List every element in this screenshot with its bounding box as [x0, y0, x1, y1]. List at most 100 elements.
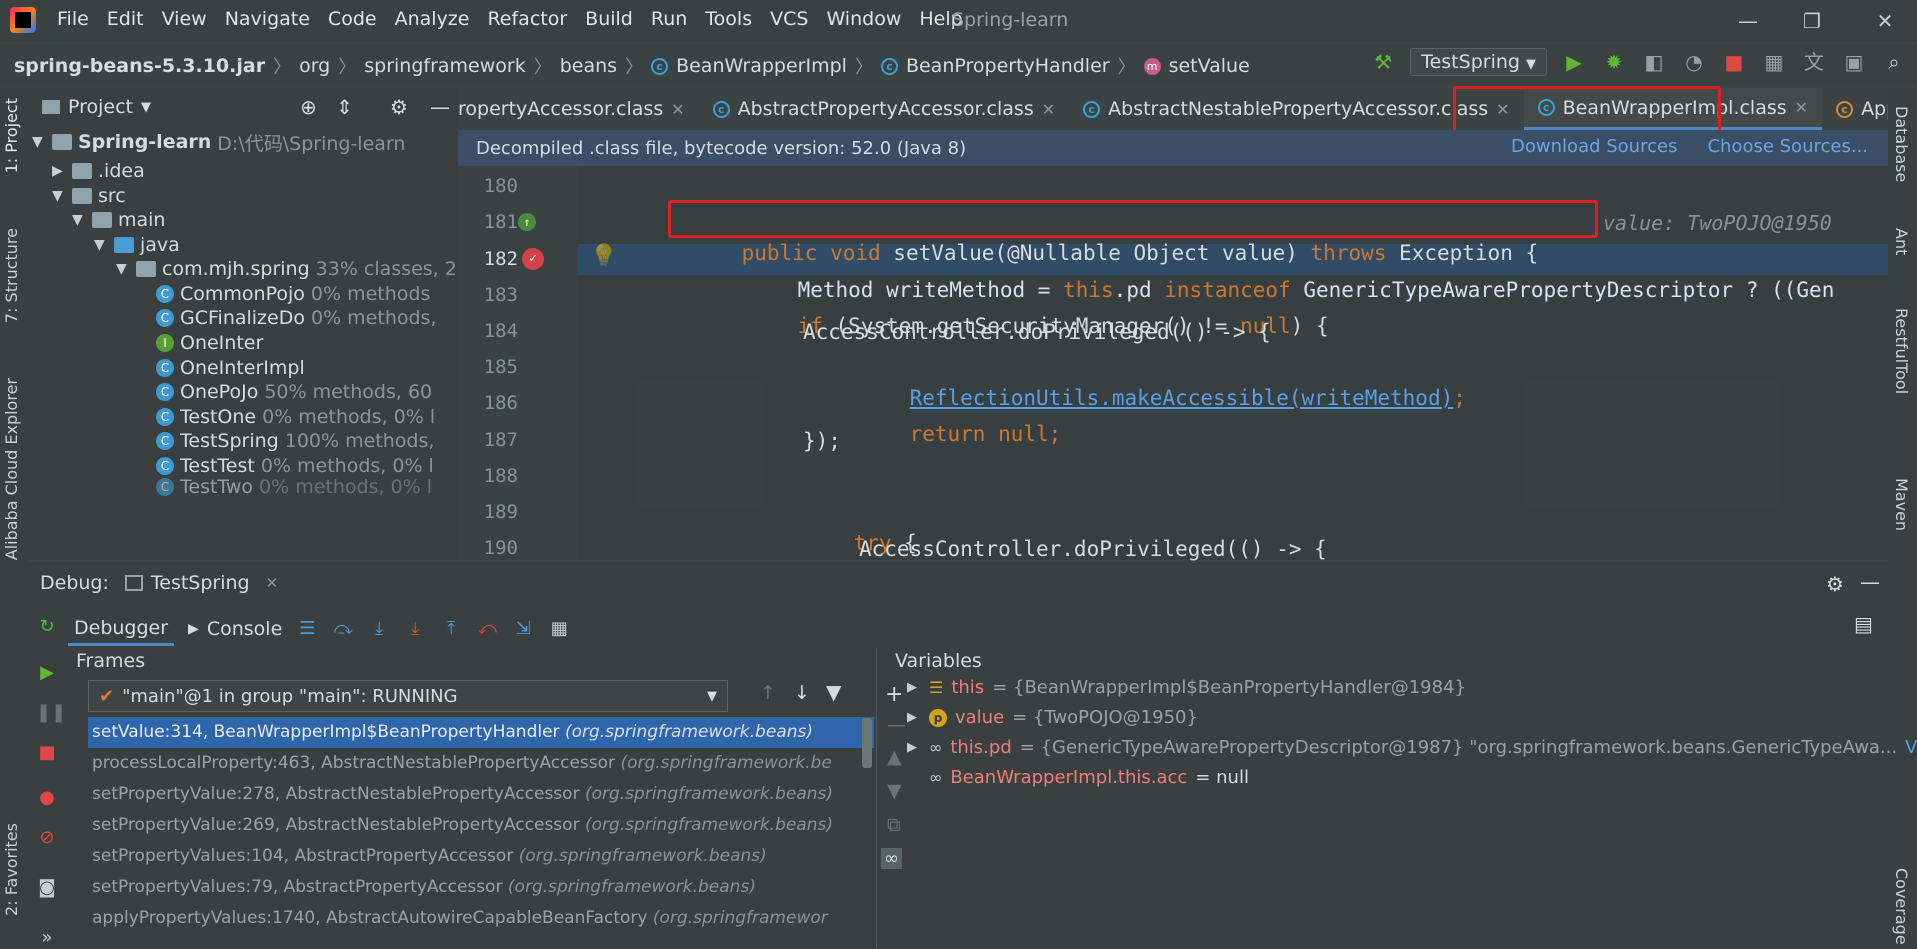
search-icon[interactable]: ⌕ — [1881, 49, 1907, 75]
drop-frame-icon[interactable]: ⤺ — [476, 618, 498, 640]
terminal-icon[interactable]: ▣ — [1841, 49, 1867, 75]
tab-abstract-property-accessor[interactable]: c AbstractPropertyAccessor.class ✕ — [699, 88, 1070, 130]
project-structure-icon[interactable]: ▦ — [1761, 49, 1787, 75]
close-window-icon[interactable]: ✕ — [1865, 4, 1905, 38]
debug-session-tab[interactable]: TestSpring — [151, 572, 250, 594]
filter-icon[interactable]: ▼ — [826, 680, 841, 704]
frames-scrollbar[interactable] — [862, 718, 872, 768]
tree-item-file[interactable]: I OneInter — [156, 329, 269, 357]
tab-application[interactable]: c Applicatio⌄ — [1822, 88, 1888, 130]
tree-item-idea[interactable]: ▶ .idea — [52, 157, 145, 185]
frame-row[interactable]: applyPropertyValues:1740, AbstractAutowi… — [88, 903, 874, 931]
run-config-select[interactable]: TestSpring ▼ — [1410, 48, 1547, 76]
stop-icon[interactable]: ■ — [36, 742, 58, 764]
tab-project[interactable]: 1: Project — [2, 98, 21, 173]
restore-icon[interactable]: ❐ — [1792, 4, 1832, 38]
gear-icon[interactable]: ⚙ — [1826, 572, 1844, 596]
tab-ant[interactable]: Ant — [1892, 228, 1911, 255]
tab-database[interactable]: Database — [1892, 106, 1911, 182]
thread-select[interactable]: ✔ "main"@1 in group "main": RUNNING ▼ — [88, 680, 728, 712]
menu-run[interactable]: Run — [642, 8, 696, 30]
force-step-into-icon[interactable]: ⤓ — [404, 618, 426, 640]
arrow-up-icon[interactable]: ↑ — [760, 682, 776, 704]
step-out-icon[interactable]: ⤒ — [440, 618, 462, 640]
close-icon[interactable]: ✕ — [1042, 100, 1055, 119]
arrow-down-icon[interactable]: ↓ — [794, 682, 810, 704]
variable-row[interactable]: ∞ BeanWrapperImpl.this.acc = null — [907, 764, 1249, 792]
close-icon[interactable]: ✕ — [1795, 98, 1808, 117]
tree-root[interactable]: ▼ Spring-learn D:\代码\Spring-learn — [32, 128, 405, 156]
minimize-icon[interactable]: — — [1728, 4, 1768, 38]
frame-row[interactable]: setValue:314, BeanWrapperImpl$BeanProper… — [88, 717, 874, 748]
tab-maven[interactable]: Maven — [1892, 478, 1911, 531]
add-watch-icon[interactable]: + — [885, 682, 903, 707]
build-hammer-icon[interactable]: ⚒ — [1370, 49, 1396, 75]
menu-tools[interactable]: Tools — [696, 8, 761, 30]
frame-row[interactable]: setPropertyValue:278, AbstractNestablePr… — [88, 779, 874, 810]
tab-alibaba-cloud[interactable]: Alibaba Cloud Explorer — [2, 378, 21, 560]
translate-icon[interactable]: 文 — [1801, 49, 1827, 75]
frame-row[interactable]: setPropertyValues:79, AbstractPropertyAc… — [88, 872, 874, 903]
watches-toggle-icon[interactable]: ∞ — [881, 848, 902, 869]
arrow-up-icon[interactable]: ▲ — [887, 746, 902, 768]
tab-property-accessor[interactable]: ropertyAccessor.class ✕ — [458, 88, 699, 130]
breadcrumb-jar[interactable]: spring-beans-5.3.10.jar — [14, 55, 265, 77]
coverage-icon[interactable]: ◧ — [1641, 49, 1667, 75]
breakpoint-icon[interactable]: ✓ — [522, 248, 544, 270]
expand-icon[interactable]: ▶ — [907, 734, 921, 762]
tree-item-file[interactable]: C GCFinalizeDo 0% methods, — [156, 304, 436, 332]
breadcrumb-inner-class[interactable]: BeanPropertyHandler — [906, 55, 1110, 77]
menu-code[interactable]: Code — [319, 8, 386, 30]
gear-icon[interactable]: ⚙ — [390, 95, 408, 119]
view-breakpoints-icon[interactable]: ● — [36, 787, 58, 809]
expand-icon[interactable]: ▶ — [907, 674, 921, 702]
menu-view[interactable]: View — [153, 8, 216, 30]
tab-console[interactable]: Console — [207, 618, 282, 640]
step-over-icon[interactable]: ⤼ — [332, 618, 354, 640]
download-sources-link[interactable]: Download Sources — [1511, 136, 1677, 157]
menu-window[interactable]: Window — [817, 8, 910, 30]
tab-restfultool[interactable]: RestfulTool — [1892, 308, 1911, 394]
variable-row[interactable]: ▶ ∞ this.pd = {GenericTypeAwarePropertyD… — [907, 734, 1917, 762]
variable-row[interactable]: ▶ p value = {TwoPOJO@1950} — [907, 704, 1198, 732]
debug-icon[interactable]: ✹ — [1601, 49, 1627, 75]
mute-breakpoints-icon[interactable]: ⊘ — [36, 827, 58, 849]
close-icon[interactable]: ✕ — [266, 574, 279, 592]
run-to-cursor-icon[interactable]: ⇲ — [512, 618, 534, 640]
menu-vcs[interactable]: VCS — [761, 8, 817, 30]
chevron-down-icon[interactable]: ▼ — [141, 100, 151, 115]
stop-icon[interactable]: ■ — [1721, 49, 1747, 75]
tree-item-file[interactable]: C TestTwo 0% methods, 0% l — [156, 476, 432, 498]
breadcrumb-org[interactable]: org — [299, 55, 330, 77]
breadcrumb-method[interactable]: setValue — [1169, 55, 1250, 77]
step-into-icon[interactable]: ⤓ — [368, 618, 390, 640]
tab-debugger[interactable]: Debugger — [68, 613, 175, 646]
tab-coverage[interactable]: Coverage — [1892, 868, 1911, 945]
locate-icon[interactable]: ⊕ — [300, 95, 317, 119]
tree-item-file[interactable]: C OnePoJo 50% methods, 60 — [156, 378, 432, 406]
variable-row[interactable]: ▶ ☰ this = {BeanWrapperImpl$BeanProperty… — [907, 674, 1466, 702]
camera-icon[interactable]: ◙ — [36, 877, 58, 899]
resume-icon[interactable]: ▶ — [36, 662, 58, 684]
menu-build[interactable]: Build — [576, 8, 642, 30]
close-icon[interactable]: ✕ — [671, 100, 684, 119]
frame-row[interactable]: processLocalProperty:463, AbstractNestab… — [88, 748, 874, 779]
rerun-icon[interactable]: ↻ — [36, 616, 58, 638]
tab-favorites[interactable]: 2: Favorites — [2, 823, 21, 916]
hide-panel-icon[interactable]: — — [430, 95, 450, 119]
profile-icon[interactable]: ◔ — [1681, 49, 1707, 75]
menu-refactor[interactable]: Refactor — [478, 8, 576, 30]
copy-icon[interactable]: ⧉ — [887, 814, 901, 836]
view-link[interactable]: View — [1905, 734, 1917, 762]
frame-row[interactable]: setPropertyValues:104, AbstractPropertyA… — [88, 841, 874, 872]
expand-icon[interactable]: ▶ — [907, 704, 921, 732]
more-icon[interactable]: » — [36, 927, 58, 949]
breadcrumb-class[interactable]: BeanWrapperImpl — [676, 55, 847, 77]
menu-analyze[interactable]: Analyze — [386, 8, 479, 30]
breadcrumb-springframework[interactable]: springframework — [364, 55, 525, 77]
tree-item-file[interactable]: C TestSpring 100% methods, — [156, 427, 434, 455]
choose-sources-link[interactable]: Choose Sources... — [1707, 136, 1868, 157]
project-view-select[interactable]: Project — [68, 96, 133, 118]
evaluate-expression-icon[interactable]: ▦ — [548, 618, 570, 640]
show-execution-point-icon[interactable]: ☰ — [296, 618, 318, 640]
